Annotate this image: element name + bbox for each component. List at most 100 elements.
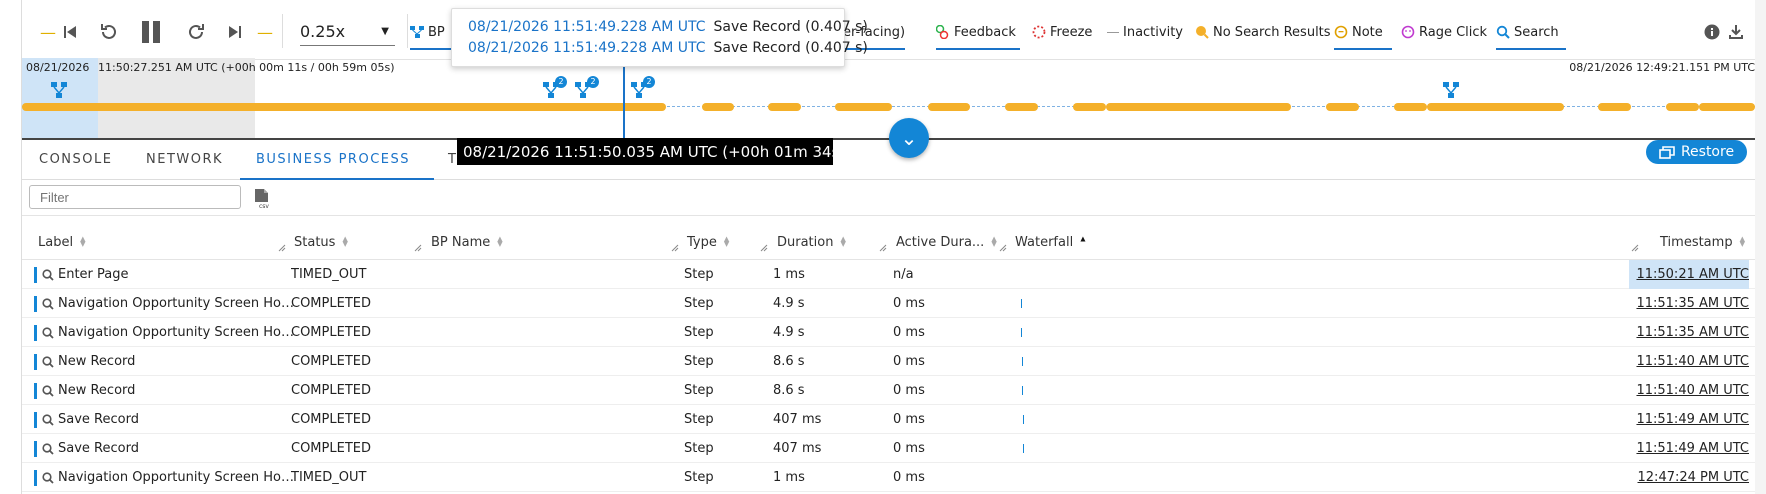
table-row[interactable]: Save Record COMPLETED Step 407 ms 0 ms 1… xyxy=(22,434,1755,463)
table-row[interactable]: Save Record COMPLETED Step 407 ms 0 ms 1… xyxy=(22,405,1755,434)
timeline-segment[interactable] xyxy=(768,103,801,111)
filter-feedback[interactable]: Feedback xyxy=(936,18,1020,50)
row-timestamp[interactable]: 11:51:40 AM UTC xyxy=(1629,347,1749,376)
row-active-duration: 0 ms xyxy=(893,412,925,427)
row-timestamp[interactable]: 11:51:35 AM UTC xyxy=(1629,318,1749,347)
row-duration: 4.9 s xyxy=(773,296,805,311)
rewind-button[interactable] xyxy=(99,18,119,46)
timeline-segment[interactable] xyxy=(1394,103,1427,111)
skip-forward-button[interactable] xyxy=(227,18,243,46)
resize-handle-icon[interactable] xyxy=(1631,244,1639,252)
devtools-tabs: Console Network Business Process T xyxy=(22,140,1755,180)
inactivity-icon xyxy=(1107,31,1119,33)
toolbar-divider xyxy=(407,14,408,48)
row-indicator xyxy=(34,296,37,312)
column-header-duration[interactable]: Duration ▲ ▼ xyxy=(777,232,846,252)
row-bp-name xyxy=(431,405,671,434)
filter-rage-click[interactable]: Rage Click xyxy=(1401,18,1487,46)
timeline-segment[interactable] xyxy=(1106,103,1291,111)
row-indicator xyxy=(34,383,37,399)
tab-network[interactable]: Network xyxy=(146,140,223,180)
timeline-segment[interactable] xyxy=(1005,103,1038,111)
row-status: COMPLETED xyxy=(291,354,371,369)
filter-search[interactable]: Search xyxy=(1496,18,1566,50)
row-indicator xyxy=(34,354,37,370)
row-timestamp[interactable]: 11:51:40 AM UTC xyxy=(1629,376,1749,405)
skip-back-button[interactable] xyxy=(62,18,78,46)
tooltip-row: 08/21/2026 11:51:49.228 AM UTC Save Reco… xyxy=(468,19,868,35)
filter-no-search-results[interactable]: No Search Results xyxy=(1195,18,1331,46)
timeline-segment[interactable] xyxy=(835,103,892,111)
table-row[interactable]: Enter Page TIMED_OUT Step 1 ms n/a 11:50… xyxy=(22,260,1755,289)
resize-handle-icon[interactable] xyxy=(278,244,286,252)
timeline-segment[interactable] xyxy=(702,103,734,111)
waterfall-bar xyxy=(1021,299,1022,308)
column-header-waterfall[interactable]: Waterfall ▲ ▼ xyxy=(1015,232,1086,252)
column-header-label[interactable]: Label ▲ ▼ xyxy=(38,232,85,252)
speed-select[interactable]: 0.25x ▼ xyxy=(300,18,395,46)
session-timeline[interactable]: 08/21/2026 11:50:27.251 AM UTC (+00h 00m… xyxy=(22,58,1755,140)
filter-search-label: Search xyxy=(1514,24,1559,40)
timeline-segment[interactable] xyxy=(22,103,666,111)
business-process-marker-icon[interactable] xyxy=(1441,80,1461,100)
resize-handle-icon[interactable] xyxy=(760,244,768,252)
forward-button[interactable] xyxy=(186,18,206,46)
collapse-timeline-button[interactable]: ⌄ xyxy=(889,118,929,158)
table-row[interactable]: New Record COMPLETED Step 8.6 s 0 ms 11:… xyxy=(22,347,1755,376)
info-button[interactable] xyxy=(1704,18,1720,46)
column-header-status[interactable]: Status ▲ ▼ xyxy=(294,232,348,252)
filter-note[interactable]: Note xyxy=(1334,18,1392,50)
resize-handle-icon[interactable] xyxy=(999,244,1007,252)
csv-export-icon[interactable]: csv xyxy=(253,188,273,210)
filter-input[interactable] xyxy=(29,185,241,209)
column-header-timestamp[interactable]: Timestamp ▲ ▼ xyxy=(1660,232,1745,252)
resize-handle-icon[interactable] xyxy=(414,244,422,252)
filter-inactivity-label: Inactivity xyxy=(1123,24,1183,40)
download-button[interactable] xyxy=(1728,18,1744,46)
row-status: COMPLETED xyxy=(291,441,371,456)
table-row[interactable]: New Record COMPLETED Step 8.6 s 0 ms 11:… xyxy=(22,376,1755,405)
timeline-segment[interactable] xyxy=(1699,103,1755,111)
pause-button[interactable] xyxy=(140,18,162,46)
table-row[interactable]: Navigation Opportunity Screen Hom... COM… xyxy=(22,289,1755,318)
restore-button[interactable]: Restore xyxy=(1646,140,1747,164)
business-process-marker-icon[interactable] xyxy=(49,80,69,100)
playback-cursor[interactable] xyxy=(623,66,625,142)
marker-badge: 2 xyxy=(555,76,567,88)
timeline-segment[interactable] xyxy=(928,103,970,111)
filter-freeze[interactable]: Freeze xyxy=(1032,18,1092,46)
tab-console[interactable]: Console xyxy=(39,140,112,180)
row-active-duration: 0 ms xyxy=(893,325,925,340)
column-header-type[interactable]: Type ▲ ▼ xyxy=(687,232,729,252)
row-duration: 1 ms xyxy=(773,470,805,485)
timeline-segment[interactable] xyxy=(1326,103,1359,111)
tab-business-process[interactable]: Business Process xyxy=(240,140,434,180)
row-timestamp[interactable]: 11:50:21 AM UTC xyxy=(1629,260,1749,289)
timeline-segment[interactable] xyxy=(1666,103,1699,111)
row-duration: 8.6 s xyxy=(773,354,805,369)
table-row[interactable]: Navigation Opportunity Screen Hom... COM… xyxy=(22,318,1755,347)
resize-handle-icon[interactable] xyxy=(671,244,679,252)
waterfall-bar xyxy=(1022,386,1023,395)
timeline-segment[interactable] xyxy=(1427,103,1564,111)
resize-handle-icon[interactable] xyxy=(879,244,887,252)
timeline-segment[interactable] xyxy=(1073,103,1106,111)
row-indicator xyxy=(34,412,37,428)
row-timestamp[interactable]: 11:51:35 AM UTC xyxy=(1629,289,1749,318)
column-header-bp-name[interactable]: BP Name ▲ ▼ xyxy=(431,232,503,252)
magnifier-icon xyxy=(42,443,54,455)
row-timestamp[interactable]: 11:51:49 AM UTC xyxy=(1629,434,1749,463)
page-scrollbar[interactable] xyxy=(1755,0,1766,494)
timeline-segment[interactable] xyxy=(1598,103,1631,111)
row-timestamp[interactable]: 12:47:24 PM UTC xyxy=(1629,463,1749,492)
row-duration: 8.6 s xyxy=(773,383,805,398)
row-timestamp[interactable]: 11:51:49 AM UTC xyxy=(1629,405,1749,434)
timeline-hover-time: 08/21/2026 11:51:50.035 AM UTC (+00h 01m… xyxy=(457,138,845,165)
table-row[interactable]: Navigation Opportunity Screen Hom... TIM… xyxy=(22,463,1755,492)
row-indicator xyxy=(34,441,37,457)
column-header-active-duration[interactable]: Active Dura... ▲ ▼ xyxy=(896,232,997,252)
filter-inactivity[interactable]: Inactivity xyxy=(1107,18,1183,46)
row-bp-name xyxy=(431,347,671,376)
restore-icon xyxy=(1659,145,1675,159)
range-end-marker: — xyxy=(257,22,273,42)
